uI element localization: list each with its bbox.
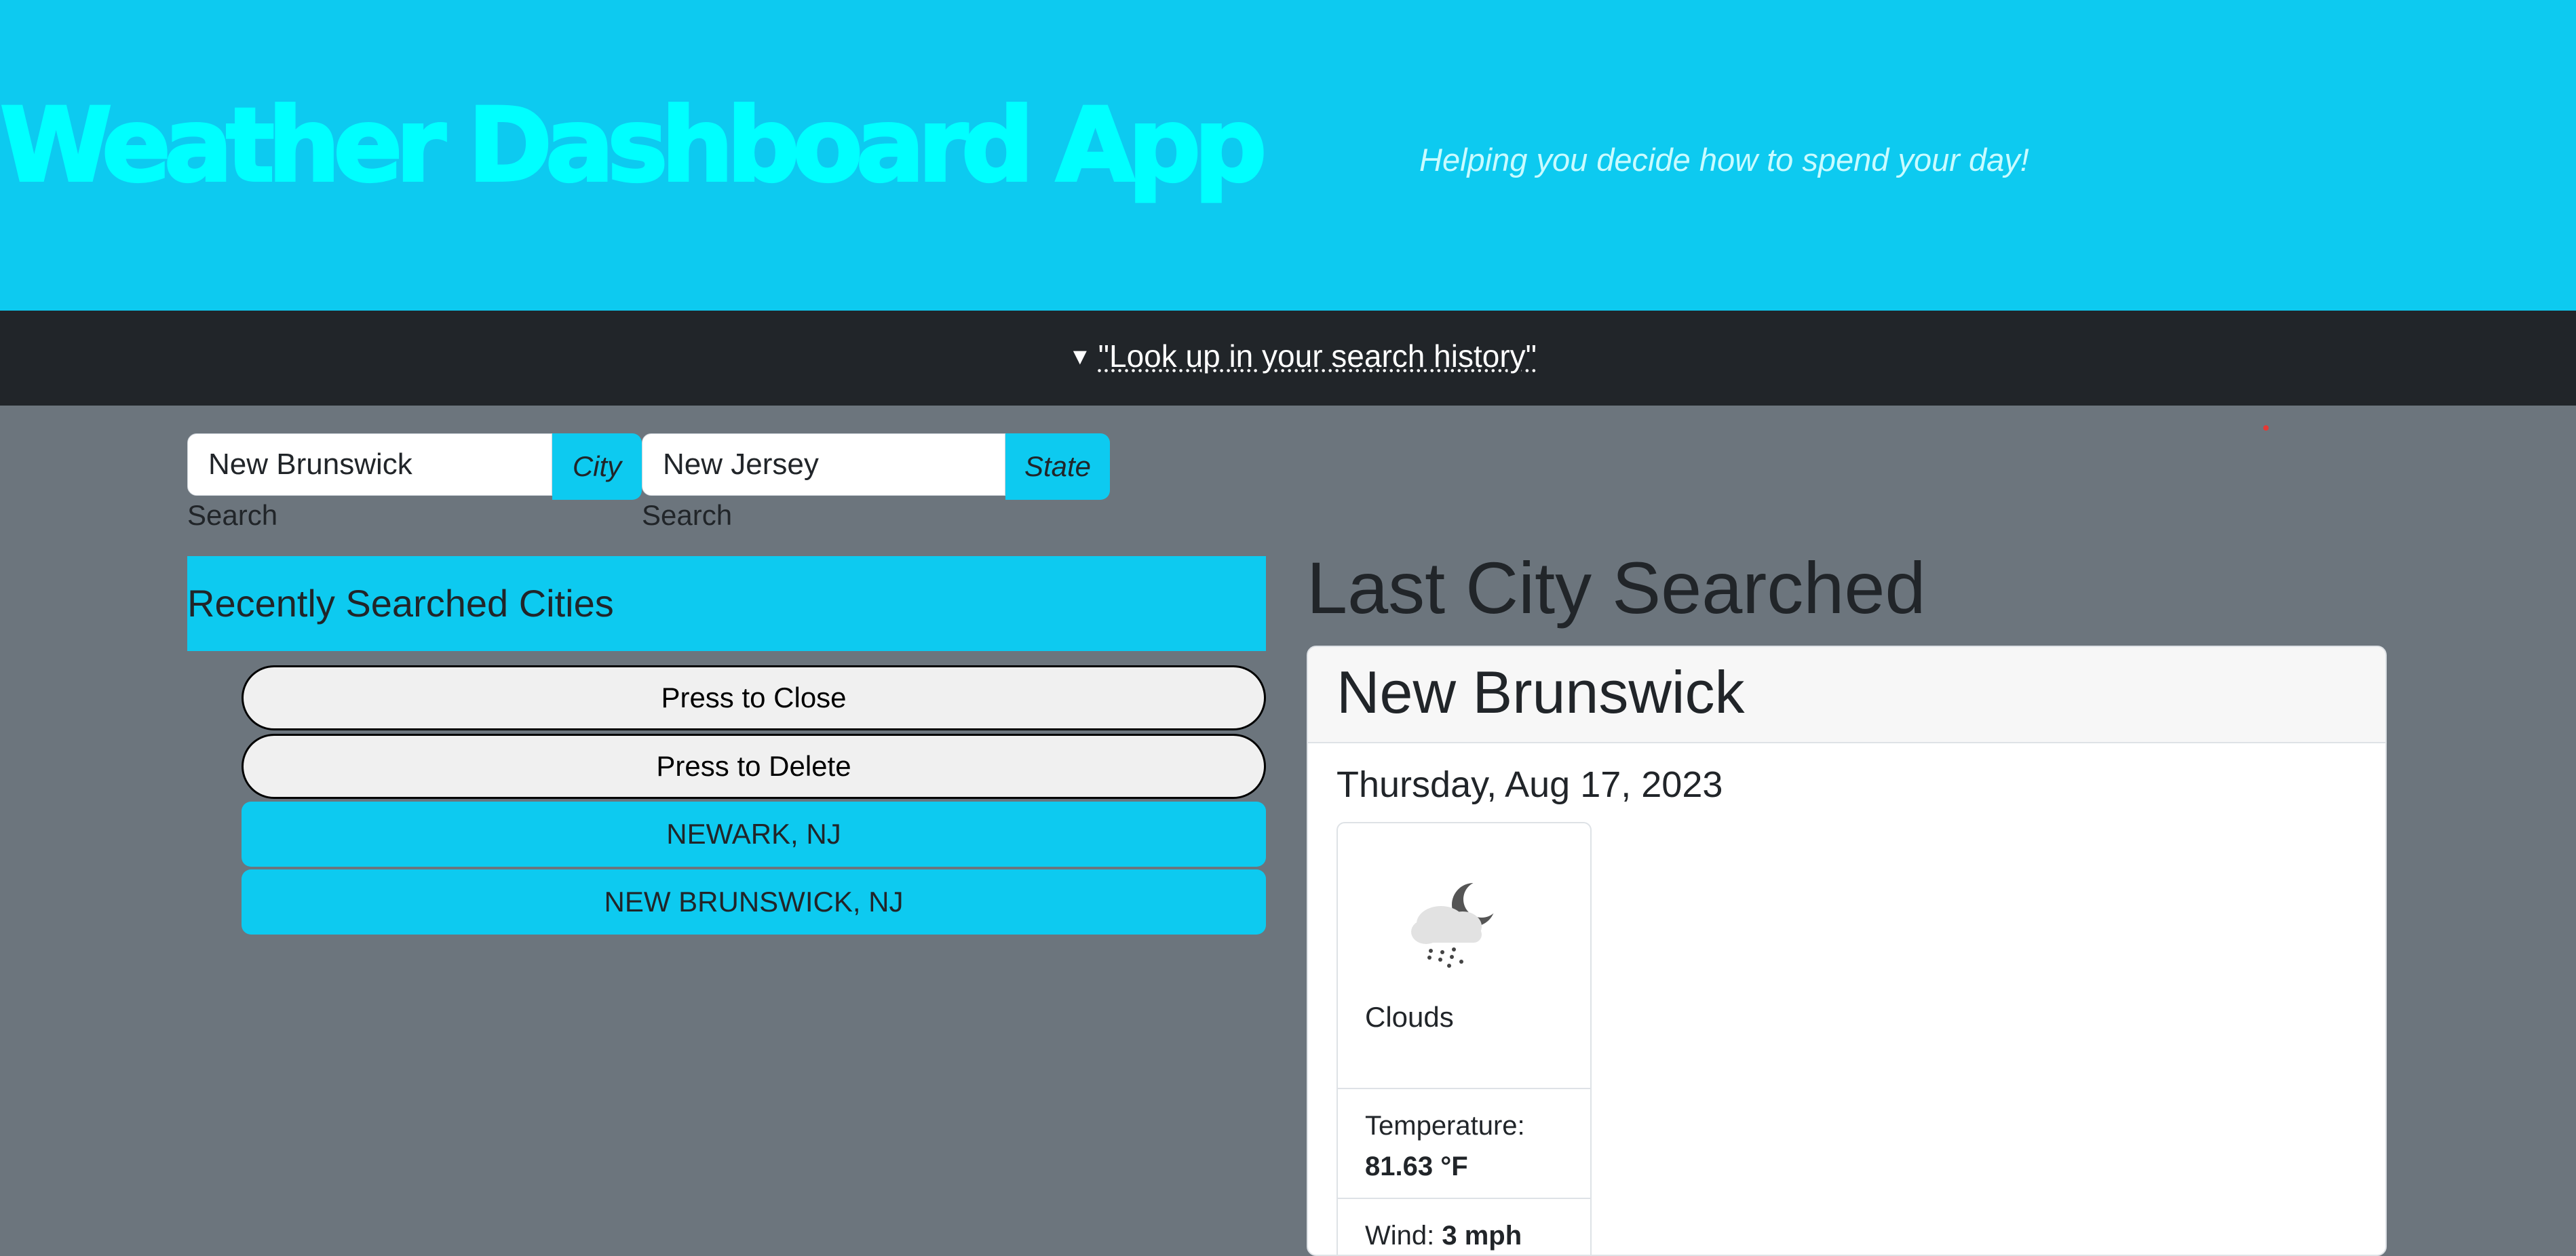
search-history-toggle[interactable]: ▼ "Look up in your search history" <box>1069 338 1537 374</box>
weather-card-date: Thursday, Aug 17, 2023 <box>1337 764 1723 805</box>
weather-card-header: New Brunswick <box>1308 647 2385 743</box>
app-header: Weather Dashboard App Helping you decide… <box>0 0 2576 311</box>
forecast-tile: Clouds Temperature: 81.63 °F Wind: 3 mph <box>1337 822 1592 1255</box>
close-history-button[interactable]: Press to Close <box>242 665 1266 730</box>
search-history-toggle-label: "Look up in your search history" <box>1098 338 1537 374</box>
last-city-heading: Last City Searched <box>1307 547 1926 629</box>
weather-description: Clouds <box>1365 1001 1454 1033</box>
temperature-value: 81.63 °F <box>1365 1152 1468 1181</box>
city-addon: City <box>552 433 642 500</box>
weather-card: New Brunswick Thursday, Aug 17, 2023 Clo… <box>1307 646 2387 1256</box>
temperature-row: Temperature: 81.63 °F <box>1338 1088 1590 1198</box>
wind-value: 3 mph <box>1442 1221 1522 1251</box>
recent-city-button[interactable]: NEWARK, NJ <box>242 802 1266 867</box>
state-search-label: Search <box>642 499 733 531</box>
state-addon: State <box>1005 433 1110 500</box>
recent-city-button[interactable]: NEW BRUNSWICK, NJ <box>242 869 1266 935</box>
app-subtitle: Helping you decide how to spend your day… <box>1419 142 2029 178</box>
weather-card-city: New Brunswick <box>1337 659 1745 726</box>
caret-down-icon: ▼ <box>1069 344 1092 370</box>
wind-row: Wind: 3 mph <box>1338 1198 1590 1255</box>
wind-label: Wind: <box>1365 1221 1435 1251</box>
city-search-label: Search <box>187 499 278 531</box>
red-dot-marker <box>2263 425 2269 431</box>
state-search-input[interactable]: New Jersey <box>642 433 1005 496</box>
city-search-input[interactable]: New Brunswick <box>187 433 552 496</box>
rain-cloud-moon-icon <box>1411 881 1500 968</box>
delete-history-button[interactable]: Press to Delete <box>242 734 1266 799</box>
temperature-label: Temperature: <box>1365 1111 1525 1141</box>
recent-cities-heading: Recently Searched Cities <box>187 556 1266 651</box>
app-title: Weather Dashboard App <box>0 87 1268 205</box>
